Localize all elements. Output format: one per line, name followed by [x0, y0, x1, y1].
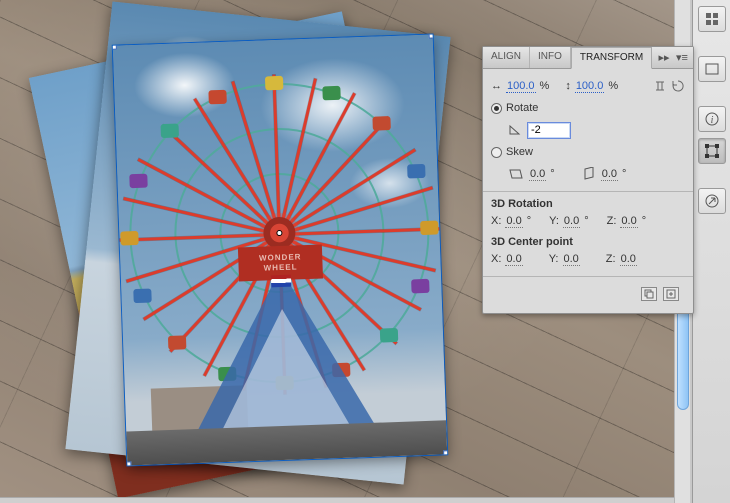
- skew-h-icon: [509, 168, 525, 180]
- ferris-car: [407, 164, 425, 179]
- c3d-x-value[interactable]: 0.0: [505, 253, 522, 266]
- skew-v-deg: °: [622, 168, 626, 180]
- ferris-car: [265, 76, 283, 91]
- constrain-proportions-icon[interactable]: [653, 79, 667, 93]
- scale-width-icon: ↔: [491, 80, 502, 92]
- percent-label-2: %: [608, 80, 618, 92]
- ferris-car: [120, 231, 138, 246]
- rotate-input[interactable]: [527, 122, 571, 139]
- ferris-car: [411, 278, 429, 293]
- tab-align[interactable]: ALIGN: [483, 47, 530, 68]
- rail-transform-icon[interactable]: [698, 138, 726, 164]
- collapse-left-icon[interactable]: ▸▸: [657, 51, 671, 64]
- skew-h-value[interactable]: 0.0: [529, 168, 546, 181]
- rotation3d-title: 3D Rotation: [491, 198, 685, 210]
- rot3d-y-label: Y:: [549, 215, 559, 227]
- rotate-radio[interactable]: [491, 103, 502, 114]
- skew-v-value[interactable]: 0.0: [601, 168, 618, 181]
- ferris-car: [160, 124, 178, 139]
- reset-icon[interactable]: [671, 79, 685, 93]
- percent-label: %: [540, 80, 550, 92]
- scale-height-icon: ↕: [565, 80, 571, 92]
- scale-height-value[interactable]: 100.0: [575, 80, 605, 93]
- us-flag: [271, 275, 291, 288]
- c3d-z-value[interactable]: 0.0: [620, 253, 637, 266]
- rotate-label: Rotate: [506, 102, 538, 114]
- skew-v-icon: [583, 167, 597, 181]
- c3d-z-label: Z:: [606, 253, 616, 265]
- skew-h-deg: °: [550, 168, 554, 180]
- tab-transform[interactable]: TRANSFORM: [571, 47, 652, 69]
- sign-line-2: WHEEL: [264, 263, 298, 273]
- c3d-y-label: Y:: [549, 253, 559, 265]
- right-tool-rail: i: [692, 0, 730, 503]
- panel-menu-icon[interactable]: ▾≡: [675, 51, 689, 64]
- paste-transform-icon[interactable]: [663, 287, 679, 301]
- ferris-car: [134, 288, 152, 303]
- skew-radio[interactable]: [491, 147, 502, 158]
- ferris-car: [372, 116, 390, 131]
- tab-info[interactable]: INFO: [530, 47, 571, 68]
- ferris-car: [208, 89, 226, 104]
- angle-icon: [509, 124, 523, 136]
- sign-line-1: WONDER: [259, 253, 302, 263]
- ferris-car: [130, 173, 148, 188]
- ferris-car: [380, 328, 398, 343]
- rot3d-z-label: Z:: [607, 215, 617, 227]
- rail-info-icon[interactable]: i: [698, 106, 726, 132]
- rail-grid-icon[interactable]: [698, 6, 726, 32]
- canvas-bottom-edge: [0, 497, 680, 503]
- c3d-y-value[interactable]: 0.0: [563, 253, 580, 266]
- transform-panel: ALIGN INFO TRANSFORM ▸▸ ▾≡ ↔ 100.0 % ↕ 1…: [482, 46, 694, 314]
- copy-transform-icon[interactable]: [641, 287, 657, 301]
- center3d-title: 3D Center point: [491, 236, 685, 248]
- ferris-car: [420, 221, 438, 236]
- scale-width-value[interactable]: 100.0: [506, 80, 536, 93]
- ferris-car: [323, 85, 341, 100]
- ferris-car: [168, 336, 186, 351]
- photo-layer-front-selected[interactable]: WONDER WHEEL XXXXXXXXXXXXXXXXXXXXXXXXXXX…: [113, 35, 447, 466]
- rot3d-x-value[interactable]: 0.0: [505, 215, 522, 228]
- rail-share-icon[interactable]: [698, 188, 726, 214]
- c3d-x-label: X:: [491, 253, 501, 265]
- rail-rect-icon[interactable]: [698, 56, 726, 82]
- skew-label: Skew: [506, 146, 533, 158]
- rot3d-x-label: X:: [491, 215, 501, 227]
- rot3d-y-value[interactable]: 0.0: [563, 215, 580, 228]
- svg-text:i: i: [710, 115, 713, 126]
- rot3d-z-value[interactable]: 0.0: [620, 215, 637, 228]
